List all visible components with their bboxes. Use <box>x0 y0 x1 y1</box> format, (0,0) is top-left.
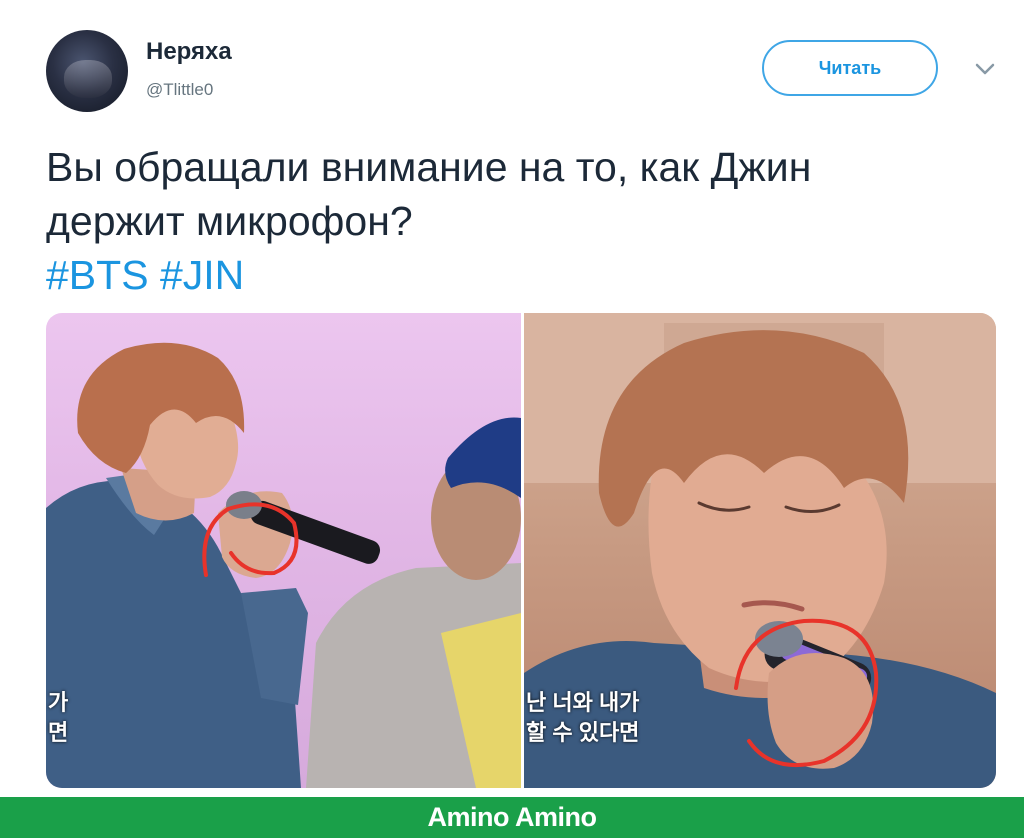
subtitle-text: 할 수 있다면 <box>526 720 640 745</box>
tweet-media[interactable]: 가 면 난 너와 내가 할 수 있다면 <box>46 313 996 788</box>
amino-brand-text: Amino Amino <box>427 802 598 832</box>
tweet-card: Неряха @Tlittle0 Читать Вы обращали вним… <box>0 0 1024 795</box>
follow-button[interactable]: Читать <box>762 40 938 96</box>
subtitle-text: 면 <box>48 720 69 745</box>
hashtag-jin[interactable]: #JIN <box>160 252 244 298</box>
amino-footer-bar: Amino Amino <box>0 797 1024 838</box>
author-name[interactable]: Неряха <box>146 38 232 66</box>
media-photo-right[interactable]: 난 너와 내가 할 수 있다면 <box>524 313 996 788</box>
hashtag-bts[interactable]: #BTS <box>46 252 149 298</box>
chevron-down-icon[interactable] <box>970 58 1000 80</box>
tweet-text-line: держит микрофон? <box>46 198 413 244</box>
author-avatar[interactable] <box>46 30 128 112</box>
tweet-text: Вы обращали внимание на то, как Джин дер… <box>46 140 986 302</box>
author-handle[interactable]: @Tlittle0 <box>146 80 213 100</box>
subtitle-text: 난 너와 내가 <box>526 690 640 715</box>
media-photo-left[interactable]: 가 면 <box>46 313 521 788</box>
tweet-text-line: Вы обращали внимание на то, как Джин <box>46 144 812 190</box>
subtitle-text: 가 <box>48 690 69 715</box>
